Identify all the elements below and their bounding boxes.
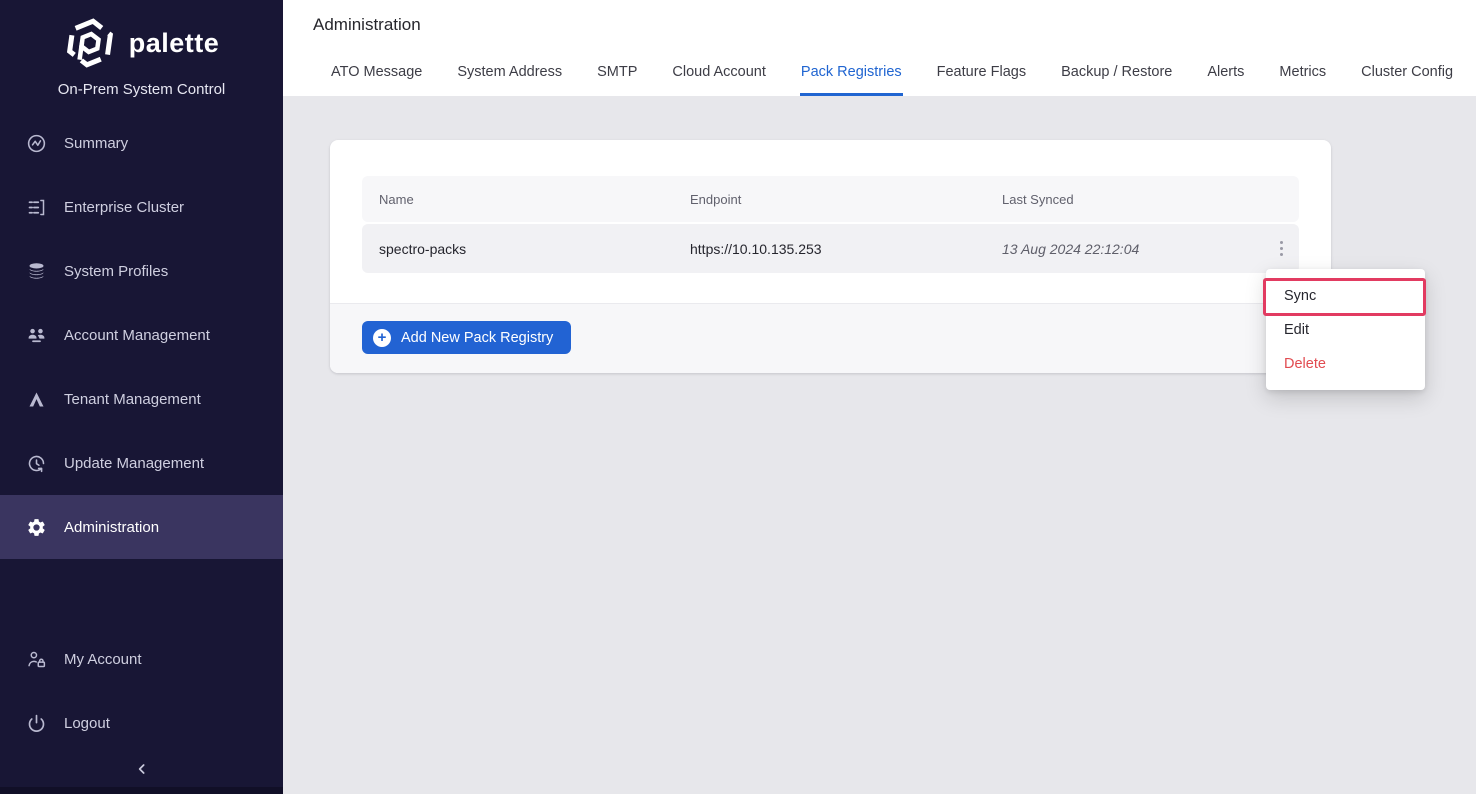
tab-feature-flags[interactable]: Feature Flags <box>936 56 1027 96</box>
sidebar-item-label: System Profiles <box>64 263 168 280</box>
add-new-pack-registry-button[interactable]: + Add New Pack Registry <box>362 321 571 354</box>
sidebar-item-enterprise-cluster[interactable]: Enterprise Cluster <box>0 175 283 239</box>
tab-system-address[interactable]: System Address <box>456 56 563 96</box>
tab-bar: ATO Message System Address SMTP Cloud Ac… <box>283 56 1476 96</box>
sidebar-item-label: Tenant Management <box>64 391 201 408</box>
tab-pack-registries[interactable]: Pack Registries <box>800 56 903 96</box>
sidebar-item-label: Administration <box>64 519 159 536</box>
add-button-label: Add New Pack Registry <box>401 330 553 346</box>
logo-area: palette On-Prem System Control <box>0 0 283 111</box>
registry-endpoint: https://10.10.135.253 <box>690 241 1002 257</box>
registries-table: Name Endpoint Last Synced spectro-packs … <box>330 140 1331 303</box>
sidebar-item-update-management[interactable]: Update Management <box>0 431 283 495</box>
registry-last-synced: 13 Aug 2024 22:12:04 <box>1002 241 1263 257</box>
tab-ato-message[interactable]: ATO Message <box>330 56 423 96</box>
row-actions-kebab-icon[interactable] <box>1263 235 1299 262</box>
sidebar-item-tenant-management[interactable]: Tenant Management <box>0 367 283 431</box>
sidebar-collapse-button[interactable] <box>0 755 283 787</box>
tab-alerts[interactable]: Alerts <box>1206 56 1245 96</box>
main-area: Administration ATO Message System Addres… <box>283 0 1476 794</box>
summary-icon <box>25 132 47 154</box>
menu-item-delete[interactable]: Delete <box>1266 347 1425 381</box>
row-context-menu: Sync Edit Delete <box>1266 269 1425 390</box>
sidebar-item-system-profiles[interactable]: System Profiles <box>0 239 283 303</box>
sidebar-nav: Summary Enterprise Cluster System Profil… <box>0 111 283 559</box>
sidebar-item-account-management[interactable]: Account Management <box>0 303 283 367</box>
logo-wordmark: palette <box>129 28 220 59</box>
sidebar-item-label: Summary <box>64 135 128 152</box>
app-root: palette On-Prem System Control Summary E… <box>0 0 1476 794</box>
palette-logo-icon <box>64 17 116 69</box>
sidebar-item-summary[interactable]: Summary <box>0 111 283 175</box>
pack-registries-card: Name Endpoint Last Synced spectro-packs … <box>330 140 1331 373</box>
sidebar-item-label: Enterprise Cluster <box>64 199 184 216</box>
tab-cluster-config[interactable]: Cluster Config <box>1360 56 1454 96</box>
app-subtitle: On-Prem System Control <box>58 81 226 98</box>
sidebar: palette On-Prem System Control Summary E… <box>0 0 283 794</box>
sidebar-item-my-account[interactable]: My Account <box>0 627 283 691</box>
table-row[interactable]: spectro-packs https://10.10.135.253 13 A… <box>362 224 1299 273</box>
administration-icon <box>25 516 47 538</box>
registry-name: spectro-packs <box>362 241 690 257</box>
plus-circle-icon: + <box>373 329 391 347</box>
chevron-left-icon <box>134 761 150 782</box>
tab-smtp[interactable]: SMTP <box>596 56 638 96</box>
page-title: Administration <box>283 0 1476 35</box>
my-account-icon <box>25 648 47 670</box>
column-header-last-synced: Last Synced <box>1002 192 1263 207</box>
card-footer: + Add New Pack Registry <box>330 303 1331 373</box>
account-management-icon <box>25 324 47 346</box>
tab-cloud-account[interactable]: Cloud Account <box>671 56 767 96</box>
logout-icon <box>25 712 47 734</box>
menu-item-sync[interactable]: Sync <box>1266 279 1425 313</box>
system-profiles-icon <box>25 260 47 282</box>
tab-metrics[interactable]: Metrics <box>1278 56 1327 96</box>
content-area: Name Endpoint Last Synced spectro-packs … <box>283 96 1476 794</box>
sidebar-item-label: Update Management <box>64 455 204 472</box>
column-header-name: Name <box>362 192 690 207</box>
enterprise-cluster-icon <box>25 196 47 218</box>
sidebar-item-administration[interactable]: Administration <box>0 495 283 559</box>
sidebar-item-label: Logout <box>64 715 110 732</box>
sidebar-item-logout[interactable]: Logout <box>0 691 283 755</box>
sidebar-item-label: My Account <box>64 651 142 668</box>
tab-backup-restore[interactable]: Backup / Restore <box>1060 56 1173 96</box>
topbar: Administration ATO Message System Addres… <box>283 0 1476 96</box>
menu-item-edit[interactable]: Edit <box>1266 313 1425 347</box>
sidebar-footer-nav: My Account Logout <box>0 627 283 755</box>
sidebar-spacer <box>0 559 283 627</box>
sidebar-item-label: Account Management <box>64 327 210 344</box>
sidebar-bottom-strip <box>0 787 283 794</box>
column-header-endpoint: Endpoint <box>690 192 1002 207</box>
update-management-icon <box>25 452 47 474</box>
tenant-management-icon <box>25 388 47 410</box>
table-header-row: Name Endpoint Last Synced <box>362 176 1299 222</box>
